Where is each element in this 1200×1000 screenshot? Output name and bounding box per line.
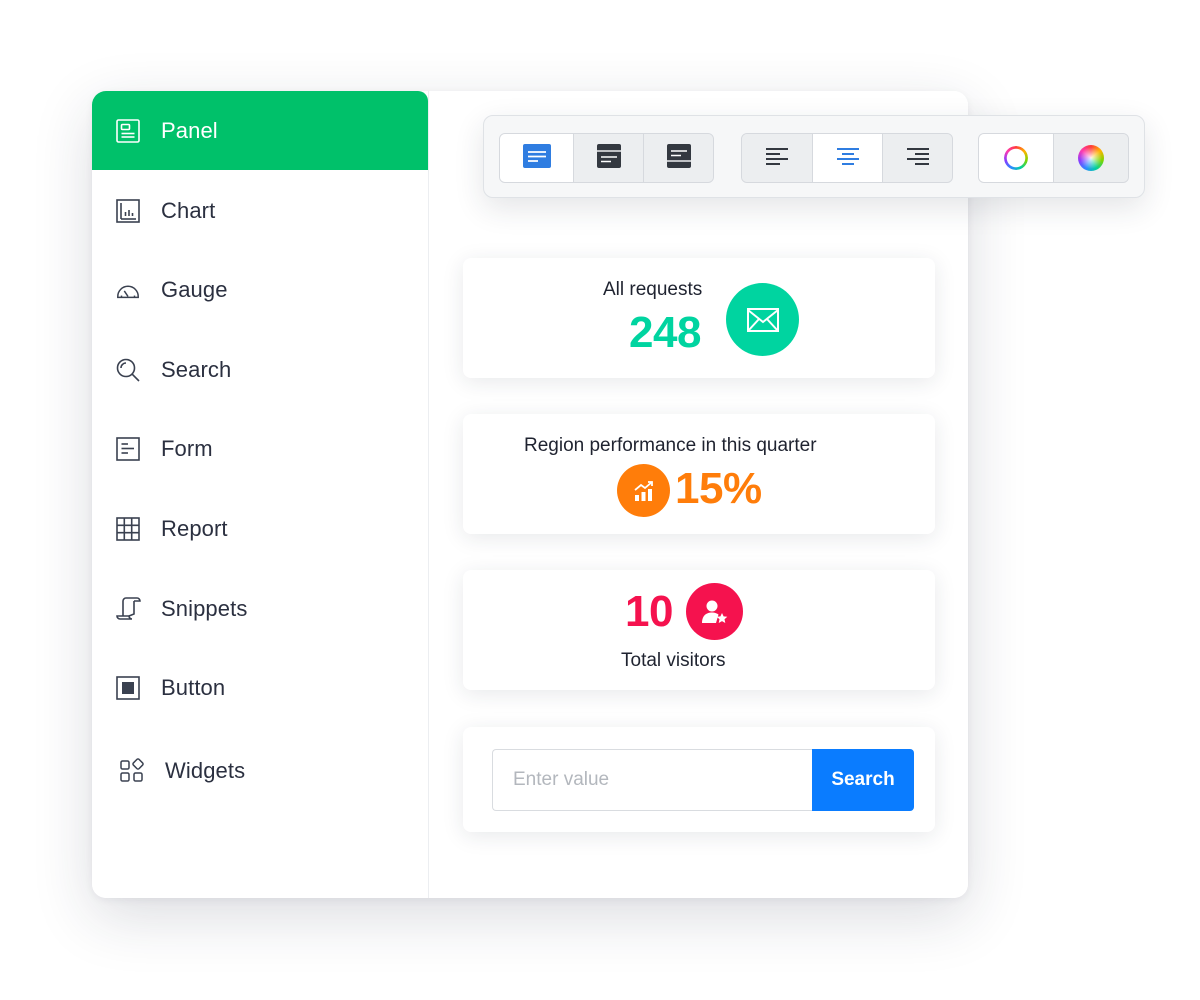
align-center-icon (836, 146, 860, 171)
sidebar-item-button[interactable]: Button (92, 648, 428, 727)
trend-chart-icon (617, 464, 670, 517)
search-card: Search (463, 727, 935, 832)
color-ring-icon (1004, 146, 1028, 170)
card-label: Total visitors (621, 650, 726, 671)
chart-icon (115, 198, 141, 224)
sidebar-item-label: Panel (161, 117, 218, 143)
sidebar-item-gauge[interactable]: Gauge (92, 250, 428, 329)
search-icon (115, 357, 141, 383)
align-button-group (741, 133, 953, 183)
form-icon (115, 436, 141, 462)
color-wheel-button[interactable] (1054, 134, 1128, 182)
sidebar-item-label: Widgets (165, 757, 246, 783)
visitors-card: 10 Total visitors (463, 570, 935, 690)
sidebar-item-label: Report (161, 515, 228, 541)
sidebar-item-label: Gauge (161, 276, 228, 302)
align-left-button[interactable] (742, 134, 813, 182)
align-right-button[interactable] (883, 134, 952, 182)
button-icon (115, 675, 141, 701)
color-ring-button[interactable] (979, 134, 1054, 182)
align-center-button[interactable] (813, 134, 883, 182)
align-right-icon (906, 146, 930, 171)
card-label: All requests (603, 279, 703, 300)
layout-dark-icon (666, 143, 691, 173)
sidebar: Panel Chart Gauge Search Form Report Sni… (92, 91, 429, 898)
layout-dark-button[interactable] (644, 134, 713, 182)
sidebar-item-form[interactable]: Form (92, 409, 428, 488)
search-input[interactable] (492, 749, 812, 811)
user-star-icon (686, 583, 743, 640)
card-value: 10 (625, 587, 673, 636)
layout-header-icon (596, 143, 621, 173)
sidebar-item-label: Form (161, 435, 213, 461)
sidebar-item-label: Search (161, 356, 232, 382)
table-icon (115, 516, 141, 542)
color-button-group (978, 133, 1129, 183)
region-card: Region performance in this quarter 15% (463, 414, 935, 534)
sidebar-item-chart[interactable]: Chart (92, 171, 428, 250)
search-button[interactable]: Search (812, 749, 914, 811)
sidebar-item-report[interactable]: Report (92, 489, 428, 568)
layout-text-icon (522, 143, 551, 173)
card-value: 248 (629, 308, 701, 357)
widgets-icon (119, 757, 145, 784)
color-wheel-icon (1078, 145, 1104, 171)
sidebar-item-label: Button (161, 674, 226, 700)
scroll-icon (115, 596, 141, 622)
card-label: Region performance in this quarter (524, 435, 817, 456)
sidebar-item-label: Snippets (161, 595, 248, 621)
format-toolbar (483, 115, 1145, 198)
sidebar-item-search[interactable]: Search (92, 330, 428, 409)
envelope-icon (726, 283, 799, 356)
align-left-icon (765, 146, 789, 171)
card-value: 15% (675, 464, 762, 513)
sidebar-item-label: Chart (161, 197, 216, 223)
sidebar-item-widgets[interactable]: Widgets (92, 731, 428, 810)
requests-card: All requests 248 (463, 258, 935, 378)
layout-text-button[interactable] (500, 134, 574, 182)
gauge-icon (115, 277, 141, 303)
layout-button-group (499, 133, 714, 183)
sidebar-item-panel[interactable]: Panel (92, 91, 428, 170)
layout-header-button[interactable] (574, 134, 644, 182)
panel-icon (115, 118, 141, 144)
sidebar-item-snippets[interactable]: Snippets (92, 569, 428, 648)
